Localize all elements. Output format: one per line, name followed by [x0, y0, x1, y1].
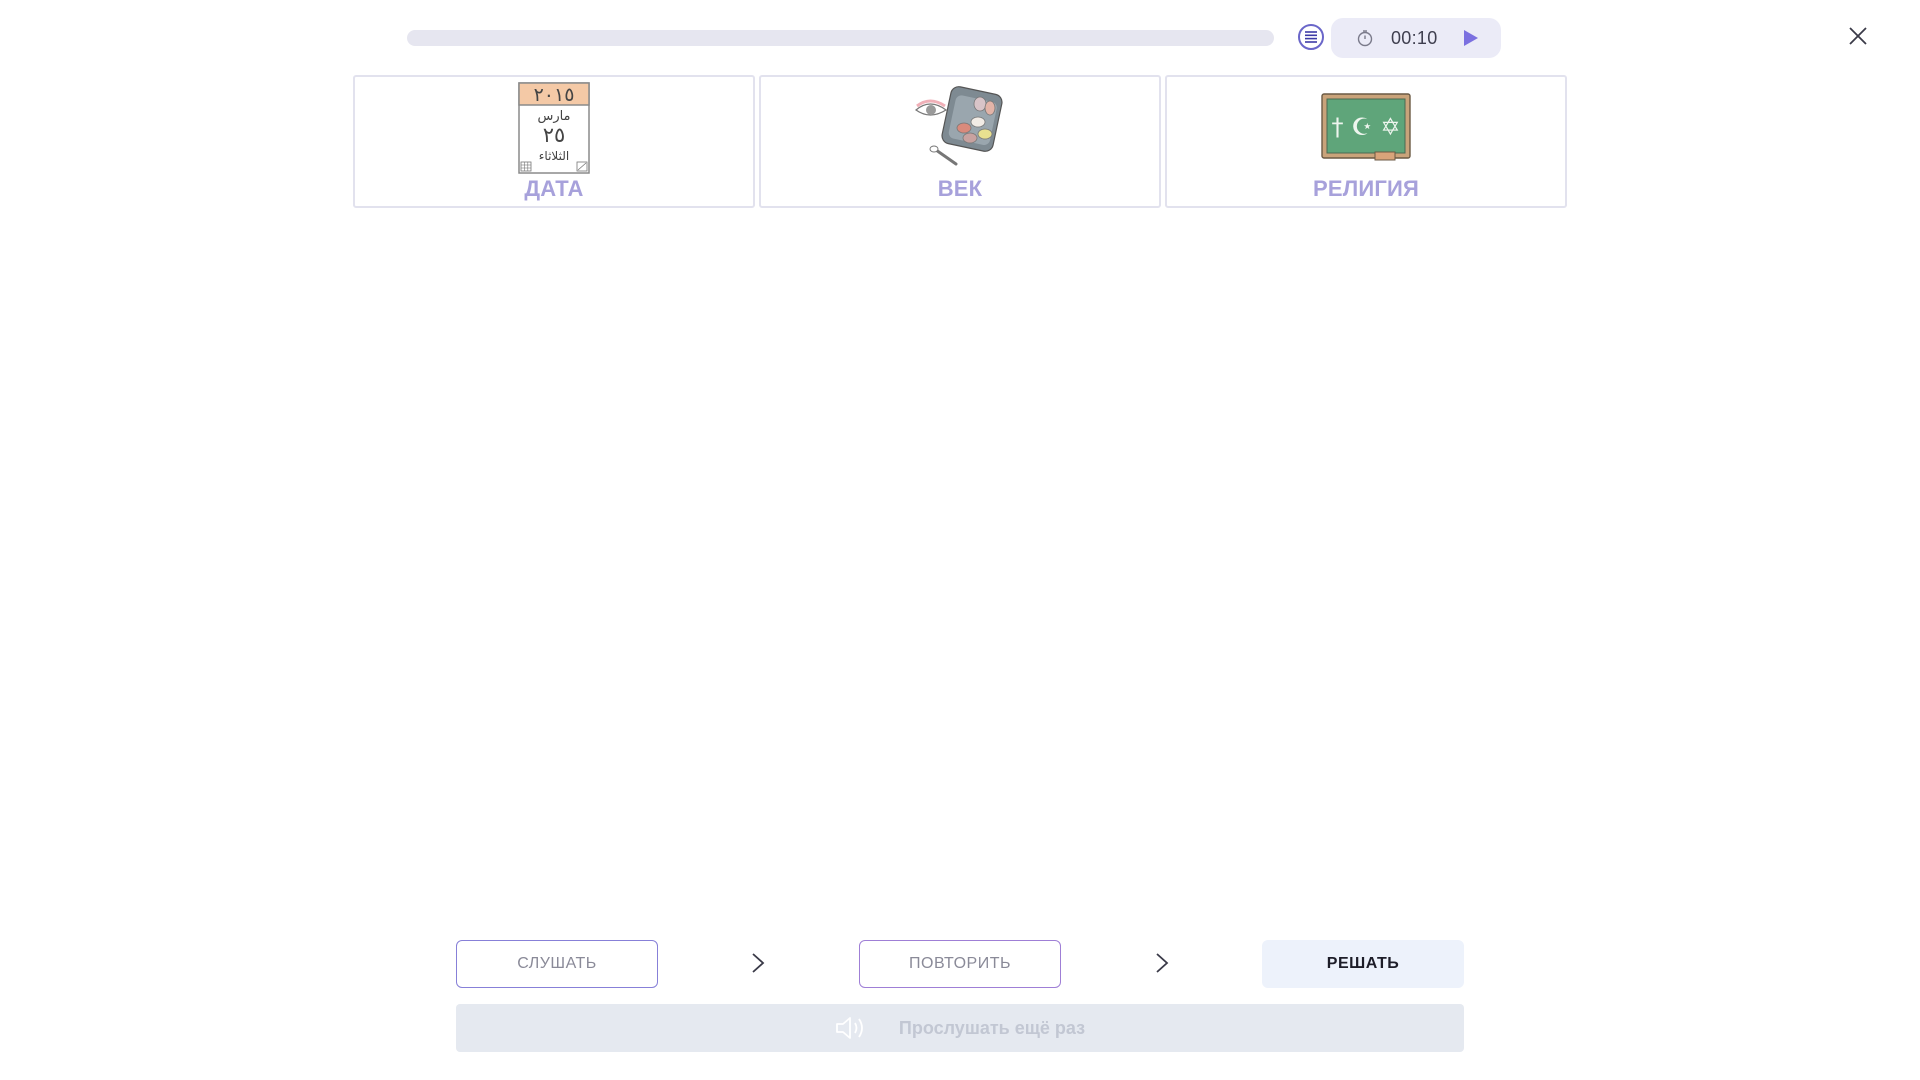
religion-symbols: † ☪ ✡ — [1332, 113, 1401, 141]
calendar-day: ٢٥ — [543, 123, 566, 147]
calendar-year: ٢٠١٥ — [534, 84, 575, 106]
card-label: ДАТА — [524, 176, 584, 201]
speaker-icon — [835, 1014, 869, 1042]
eyeshadow-palette-icon — [912, 82, 1008, 174]
close-button[interactable] — [1846, 24, 1870, 48]
close-icon — [1849, 27, 1867, 45]
repeat-step-button[interactable]: ПОВТОРИТЬ — [859, 940, 1061, 988]
progress-bar — [407, 30, 1274, 46]
chevron-right-icon — [1153, 950, 1171, 976]
card-label: ВЕК — [937, 176, 983, 201]
solve-step-button[interactable]: РЕШАТЬ — [1262, 940, 1464, 988]
calendar-weekday: الثلاثاء — [539, 149, 569, 163]
word-cards: ٢٠١٥ مارس ٢٥ الثلاثاء ДАТА ВЕК † ☪ ✡ РЕЛ… — [353, 75, 1567, 208]
timer: 00:10 — [1331, 18, 1501, 58]
calendar-month: مارس — [537, 109, 570, 124]
timer-value: 00:10 — [1391, 27, 1438, 48]
card-date[interactable]: ٢٠١٥ مارس ٢٥ الثلاثاء ДАТА — [353, 75, 755, 208]
list-icon — [1305, 31, 1317, 43]
religion-chalkboard-icon: † ☪ ✡ — [1319, 82, 1413, 174]
task-list-button[interactable] — [1298, 24, 1324, 50]
play-icon[interactable] — [1460, 27, 1482, 49]
card-label: РЕЛИГИЯ — [1312, 176, 1420, 201]
replay-button[interactable]: Прослушать ещё раз — [456, 1004, 1464, 1052]
stopwatch-icon — [1355, 28, 1375, 48]
calendar-page-icon: ٢٠١٥ مارس ٢٥ الثلاثاء — [518, 82, 590, 174]
exercise-screen: 00:10 ٢٠١٥ مارس ٢٥ الثلاثاء ДАТА ВЕК † ☪… — [0, 0, 1920, 1080]
chevron-right-icon — [749, 950, 767, 976]
card-century[interactable]: ВЕК — [759, 75, 1161, 208]
listen-step-button[interactable]: СЛУШАТЬ — [456, 940, 658, 988]
card-religion[interactable]: † ☪ ✡ РЕЛИГИЯ — [1165, 75, 1567, 208]
replay-label: Прослушать ещё раз — [898, 1017, 1086, 1038]
